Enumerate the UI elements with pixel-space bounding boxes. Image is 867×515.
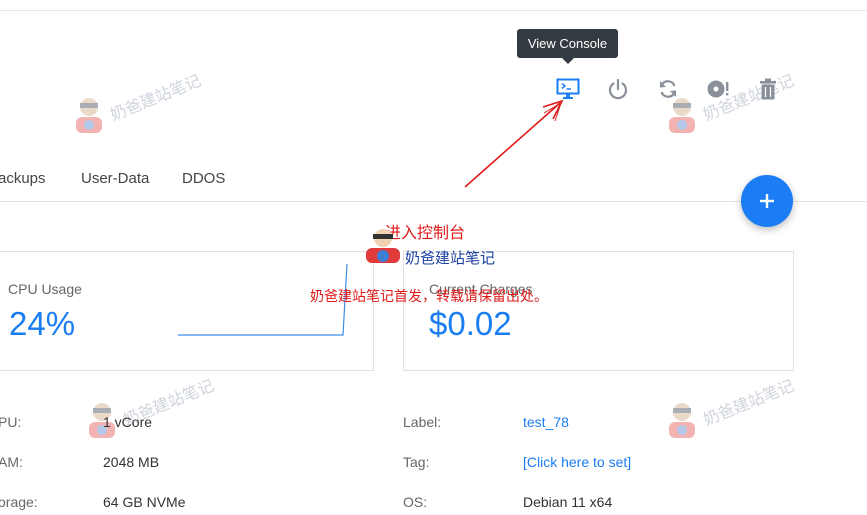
os-label: OS:	[403, 494, 428, 510]
iso-button[interactable]	[706, 77, 730, 101]
mascot-logo-icon	[669, 98, 695, 133]
ram-value: 2048 MB	[103, 454, 160, 470]
current-charges-card: Current Charges $0.02	[403, 251, 794, 371]
view-console-tooltip: View Console	[517, 29, 618, 58]
add-button[interactable]	[741, 175, 793, 227]
power-icon	[608, 78, 628, 100]
storage-value: 64 GB NVMe	[103, 494, 186, 510]
refresh-icon	[660, 80, 676, 98]
current-charges-value: $0.02	[429, 305, 512, 342]
storage-label: orage:	[0, 494, 38, 510]
watermark: 奶爸建站笔记	[665, 73, 797, 142]
annotation-arrow	[464, 99, 564, 188]
plus-icon	[760, 194, 774, 208]
cpu-value: 1 vCore	[103, 414, 153, 430]
annotation-brand: 奶爸建站笔记	[405, 250, 496, 267]
label-value-link[interactable]: test_78	[523, 414, 569, 430]
label-label: Label:	[403, 414, 442, 430]
cpu-usage-label: CPU Usage	[8, 281, 82, 297]
disc-icon	[707, 80, 729, 98]
os-value: Debian 11 x64	[523, 494, 613, 510]
ram-label: AM:	[0, 454, 23, 470]
cpu-usage-value: 24%	[9, 305, 76, 342]
reinstall-button[interactable]	[656, 77, 680, 101]
watermark: 奶爸建站笔记	[72, 73, 204, 142]
mascot-logo-icon	[76, 98, 102, 133]
tab-ddos[interactable]: DDOS	[182, 170, 225, 187]
power-button[interactable]	[606, 77, 630, 101]
annotation-notice: 奶爸建站笔记首发，转载请保留出处。	[310, 288, 548, 304]
delete-button[interactable]	[756, 77, 780, 101]
watermark: 奶爸建站笔记	[665, 378, 797, 447]
tag-set-link[interactable]: [Click here to set]	[523, 454, 631, 470]
tooltip-arrow	[562, 58, 574, 64]
tabs-divider	[0, 201, 867, 202]
tab-user-data[interactable]: User-Data	[81, 170, 149, 187]
trash-icon	[760, 78, 776, 100]
tag-label: Tag:	[403, 454, 430, 470]
tab-backups[interactable]: ackups	[0, 170, 46, 187]
top-divider	[0, 10, 867, 11]
mascot-logo-icon	[669, 403, 695, 438]
mascot-logo-icon	[366, 229, 400, 263]
cpu-label: PU:	[0, 414, 22, 430]
